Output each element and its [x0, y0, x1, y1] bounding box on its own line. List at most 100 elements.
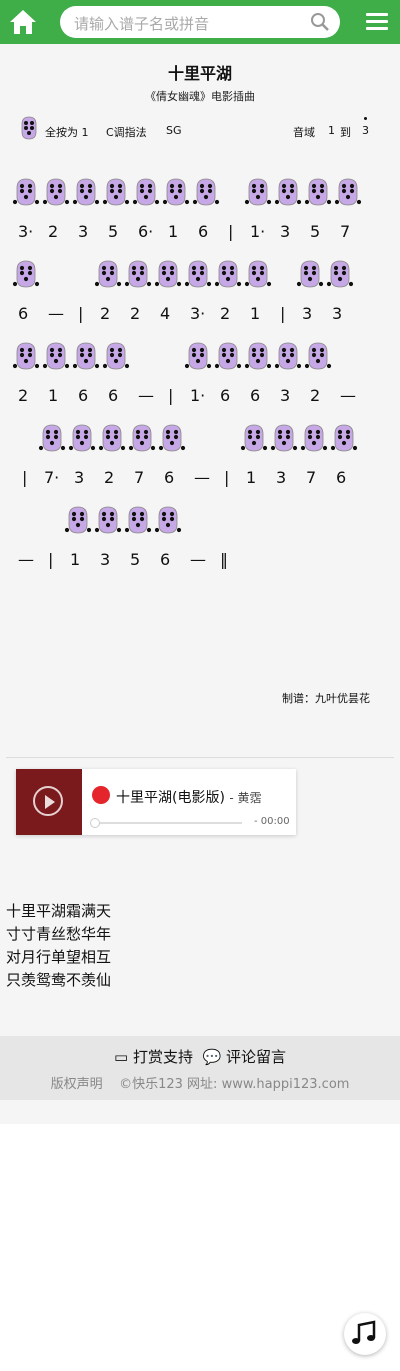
search-input[interactable]: 请输入谱子名或拼音 [60, 6, 340, 38]
copyright-link[interactable]: 版权声明 [51, 1077, 103, 1092]
range-to: 到 [340, 126, 351, 139]
score-note: 2 [104, 468, 115, 487]
bar-line: | [78, 304, 84, 323]
ocarina-fingering-icon [326, 260, 354, 288]
ocarina-fingering-icon [162, 178, 190, 206]
lyric-line: 寸寸青丝愁华年 [6, 925, 112, 943]
ocarina-fingering-icon [12, 342, 40, 370]
score-note: 3 [280, 386, 291, 405]
ocarina-fingering-icon [214, 342, 242, 370]
ocarina-fingering-icon [274, 178, 302, 206]
score-note: 2 [18, 386, 29, 405]
player-song-title: 十里平湖(电影版) - 黄霑 [116, 787, 262, 807]
score-note: 5 [310, 222, 321, 241]
comment-icon: 💬 [197, 1048, 222, 1066]
range-high: 3 [362, 124, 369, 137]
score-note: 2 [220, 304, 231, 323]
score-note: 7 [134, 468, 145, 487]
music-note-glyph [352, 1320, 376, 1344]
ocarina-fingering-icon [64, 506, 92, 534]
score-note: 1· [190, 386, 206, 405]
score-note: 5 [108, 222, 119, 241]
score-note: 1 [48, 386, 59, 405]
progress-knob[interactable] [90, 818, 100, 828]
score-note: — [194, 468, 210, 487]
ocarina-fingering-icon [244, 178, 272, 206]
copyright-line: 版权声明 ©快乐123 网址: www.happi123.com [0, 1073, 400, 1092]
lyric-line: 对月行单望相互 [6, 948, 112, 966]
score-note: — [48, 304, 64, 323]
play-button[interactable] [33, 786, 63, 816]
search-placeholder: 请输入谱子名或拼音 [74, 15, 210, 33]
ocarina-fingering-icon [124, 506, 152, 534]
ocarina-fingering-icon [154, 506, 182, 534]
score-note: 3 [78, 222, 89, 241]
ocarina-fingering-icon [128, 424, 156, 452]
score-note: — [138, 386, 154, 405]
high-octave-dot [364, 117, 367, 120]
score-note: 3· [190, 304, 206, 323]
score-page: 十里平湖 《倩女幽魂》电影插曲 全按为 1 C调指法 SG 音域 1 到 3 3… [0, 44, 400, 1124]
site-info: ©快乐123 网址: www.happi123.com [119, 1077, 350, 1092]
ocarina-fingering-icon [12, 260, 40, 288]
score-note: 2 [48, 222, 59, 241]
ocarina-fingering-icon [330, 424, 358, 452]
ocarina-fingering-icon [244, 342, 272, 370]
ocarina-fingering-icon [244, 260, 272, 288]
bar-line: ‖ [220, 550, 228, 569]
comment-link[interactable]: 评论留言 [226, 1048, 286, 1066]
ocarina-fingering-icon [296, 260, 324, 288]
ocarina-fingering-icon [184, 342, 212, 370]
ocarina-fingering-icon [132, 178, 160, 206]
score-note: 3 [302, 304, 313, 323]
score-note: 6 [78, 386, 89, 405]
top-navigation-bar: 请输入谱子名或拼音 [0, 0, 400, 44]
ocarina-fingering-icon [42, 342, 70, 370]
ocarina-fingering-icon [102, 178, 130, 206]
ocarina-fingering-icon [12, 178, 40, 206]
music-player[interactable]: 十里平湖(电影版) - 黄霑 - 00:00 [16, 769, 296, 835]
score-note: 1 [246, 468, 257, 487]
ocarina-fingering-icon [102, 342, 130, 370]
key-label: C调指法 [106, 126, 147, 139]
ocarina-fingering-icon [334, 178, 362, 206]
score-note: 6 [336, 468, 347, 487]
card-icon: ▭ [113, 1048, 129, 1066]
ocarina-fingering-icon [270, 424, 298, 452]
song-title: 十里平湖 [167, 64, 232, 83]
lyric-line: 只羡鸳鸯不羡仙 [6, 971, 112, 989]
range-label: 音域 [293, 126, 315, 139]
score-note: 6 [108, 386, 119, 405]
player-time: - 00:00 [254, 816, 290, 827]
progress-track[interactable] [92, 822, 242, 824]
score-note: — [18, 550, 34, 569]
score-note: 3· [18, 222, 34, 241]
ocarina-fingering-icon [72, 178, 100, 206]
ocarina-fingering-icon [72, 342, 100, 370]
score-note: 1 [168, 222, 179, 241]
bar-line: | [224, 468, 230, 487]
home-icon[interactable] [8, 8, 38, 36]
bar-line: | [168, 386, 174, 405]
score-note: 3 [276, 468, 287, 487]
score-note: 3 [280, 222, 291, 241]
lyric-line: 十里平湖霜满天 [6, 902, 112, 920]
music-note-icon[interactable] [344, 1313, 386, 1355]
ocarina-icon [21, 116, 37, 140]
score-note: 2 [310, 386, 321, 405]
bar-line: | [228, 222, 234, 241]
hamburger-menu-icon[interactable] [366, 13, 388, 31]
divider [6, 757, 394, 758]
score-note: 6 [198, 222, 209, 241]
search-icon[interactable] [310, 12, 330, 32]
numbered-score: 3· 2 3 5 6· 1 6 | 1· 3 5 7 6— | 2 2 4 3· 2 1 | 3 3 2 1 6 6— | 1· 6 6 3 2… [0, 174, 400, 604]
reward-link[interactable]: 打赏支持 [133, 1048, 193, 1066]
score-note: 1· [250, 222, 266, 241]
score-note: 6 [18, 304, 29, 323]
score-note: 7· [44, 468, 60, 487]
score-note: 4 [160, 304, 171, 323]
footer: ▭ 打赏支持 💬 评论留言 版权声明 ©快乐123 网址: www.happi1… [0, 1036, 400, 1100]
transcriber-credit: 制谱：九叶优昙花 [282, 692, 370, 705]
ocarina-fingering-icon [154, 260, 182, 288]
score-note: — [190, 550, 206, 569]
